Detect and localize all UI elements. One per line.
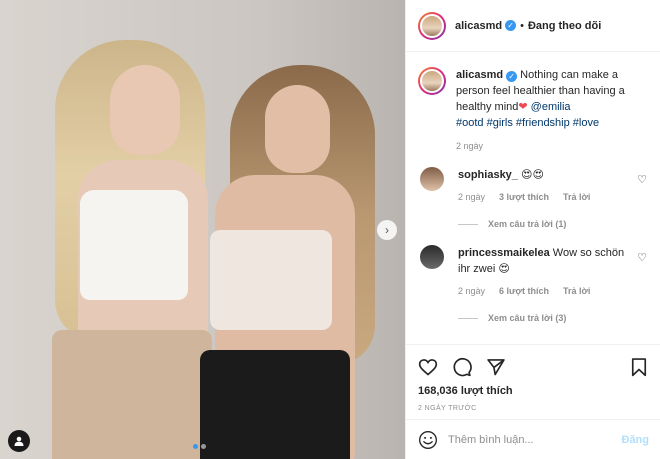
share-icon[interactable] xyxy=(486,357,506,377)
comment-meta: 2 ngày 3 lượt thích Trả lời xyxy=(458,189,628,205)
comment-likes[interactable]: 6 lượt thích xyxy=(499,283,549,299)
comment-age: 2 ngày xyxy=(458,192,486,202)
reply-button[interactable]: Trả lời xyxy=(563,283,590,299)
following-button[interactable]: Đang theo dõi xyxy=(528,20,601,32)
view-replies-button[interactable]: Xem câu trả lời (3) xyxy=(458,313,649,323)
caption-hashtags[interactable]: #ootd #girls #friendship #love xyxy=(456,117,599,129)
photo-figure-right-face xyxy=(265,85,330,173)
caption-username[interactable]: alicasmd xyxy=(456,69,503,81)
view-replies-button[interactable]: Xem câu trả lời (1) xyxy=(458,219,649,229)
author-username[interactable]: alicasmd xyxy=(455,20,502,32)
user-tag-glyph xyxy=(14,436,24,446)
heart-icon[interactable] xyxy=(418,357,438,377)
post-header: alicasmd ✓ • Đang theo dõi xyxy=(406,0,660,52)
caption-mention[interactable]: @emilia xyxy=(531,101,571,113)
photo-figure-left-top xyxy=(80,190,188,300)
comment-meta: 2 ngày 6 lượt thích Trả lời xyxy=(458,283,628,299)
comment-heart-icon[interactable]: ♡ xyxy=(637,251,647,264)
user-tag-icon[interactable] xyxy=(8,430,30,452)
comment-likes[interactable]: 3 lượt thích xyxy=(499,189,549,205)
photo-figure-right-pants xyxy=(200,350,350,459)
comment-username[interactable]: sophiasky_ xyxy=(458,169,518,181)
post-actions: 168,036 lượt thích 2 NGÀY TRƯỚC xyxy=(406,344,660,412)
view-replies-label: Xem câu trả lời (1) xyxy=(488,219,567,229)
comment-icon[interactable] xyxy=(452,357,472,377)
replies-divider xyxy=(458,223,478,225)
bookmark-icon[interactable] xyxy=(629,357,649,377)
comment-heart-icon[interactable]: ♡ xyxy=(637,173,647,186)
heart-emoji: ❤ xyxy=(518,101,528,113)
comment-age: 2 ngày xyxy=(458,286,486,296)
post-date: 2 NGÀY TRƯỚC xyxy=(418,405,477,412)
verified-badge-icon: ✓ xyxy=(506,71,518,82)
comment-item: sophiasky_ 😍😍 2 ngày 3 lượt thích Trả lờ… xyxy=(418,167,649,205)
photo-figure-right-top xyxy=(210,230,332,330)
avatar[interactable] xyxy=(420,167,444,191)
comment-body: sophiasky_ 😍😍 2 ngày 3 lượt thích Trả lờ… xyxy=(458,167,628,205)
carousel-dot xyxy=(201,444,206,449)
photo-figure-left-face xyxy=(110,65,180,155)
comment-username[interactable]: princessmaikelea xyxy=(458,247,550,259)
avatar[interactable] xyxy=(420,245,444,269)
like-count[interactable]: 168,036 lượt thích xyxy=(418,385,649,397)
post-comment-button[interactable]: Đăng xyxy=(622,434,650,446)
carousel-dot xyxy=(193,444,198,449)
replies-divider xyxy=(458,317,478,319)
emoji-icon[interactable] xyxy=(418,430,438,450)
avatar-image xyxy=(420,69,444,93)
header-separator: • xyxy=(520,19,524,32)
comments-list[interactable]: alicasmd ✓ Nothing can make a person feel… xyxy=(406,53,660,343)
comment-composer: Đăng xyxy=(406,419,660,459)
avatar[interactable] xyxy=(418,11,446,40)
avatar[interactable] xyxy=(418,67,446,95)
post-side-panel: alicasmd ✓ • Đang theo dõi alicasmd ✓ Not… xyxy=(405,0,660,459)
caption: alicasmd ✓ Nothing can make a person feel… xyxy=(418,67,649,131)
comment-text: 😍😍 xyxy=(520,169,544,181)
chevron-right-icon[interactable]: › xyxy=(377,220,397,240)
avatar-image xyxy=(420,13,444,38)
carousel-dots xyxy=(193,444,206,449)
reply-button[interactable]: Trả lời xyxy=(563,189,590,205)
action-icons xyxy=(418,355,649,379)
caption-age: 2 ngày xyxy=(456,141,484,151)
comment-body: princessmaikelea Wow so schön ihr zwei 😍… xyxy=(458,245,628,299)
post-photo[interactable]: › xyxy=(0,0,405,459)
view-replies-label: Xem câu trả lời (3) xyxy=(488,313,567,323)
comment-input[interactable] xyxy=(448,433,608,446)
verified-badge-icon: ✓ xyxy=(505,20,517,31)
comment-item: princessmaikelea Wow so schön ihr zwei 😍… xyxy=(418,245,649,299)
caption-text: alicasmd ✓ Nothing can make a person feel… xyxy=(456,67,649,131)
photo-figure-left-pants xyxy=(52,330,212,459)
